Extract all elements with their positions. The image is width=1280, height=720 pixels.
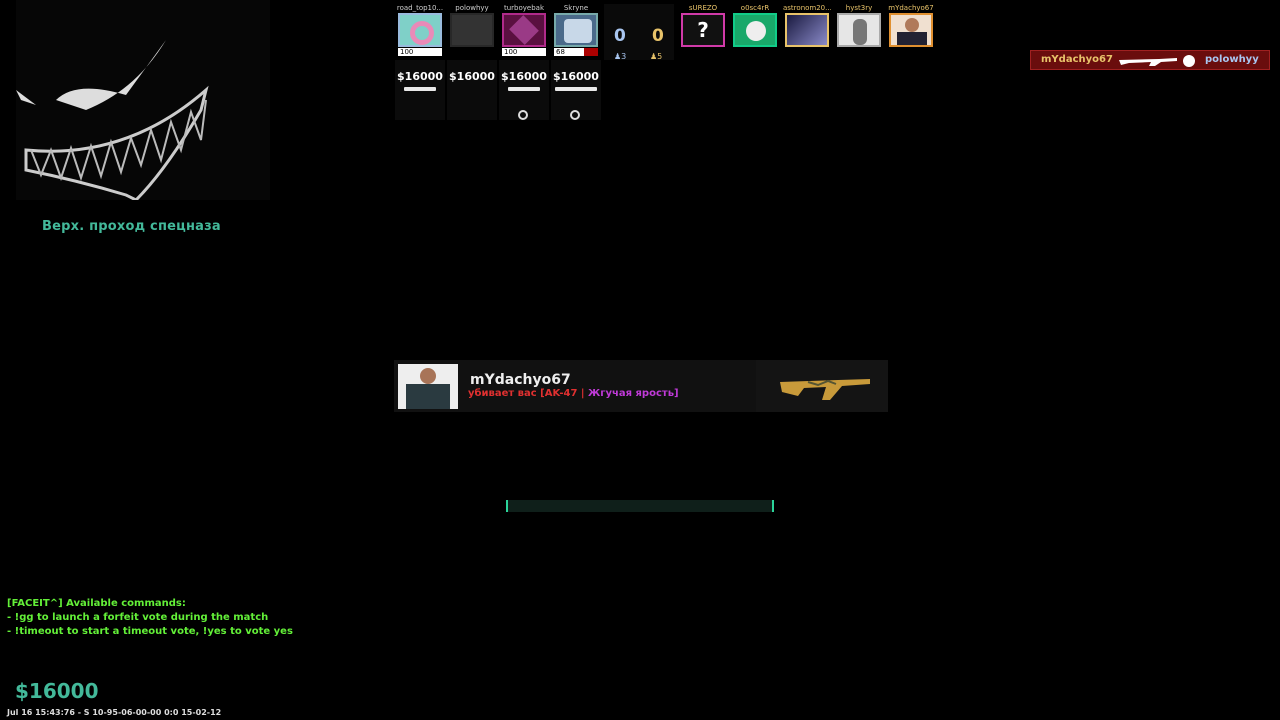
ak47-icon <box>1119 58 1177 66</box>
player-avatar: ? <box>681 13 725 47</box>
grin-image <box>16 40 209 200</box>
player-name: Skryne <box>563 4 589 12</box>
ct-player-2-stats: $16000 <box>447 60 497 120</box>
player-name: astronom20... <box>783 4 831 12</box>
t-player-4: hyst3ry <box>835 4 883 47</box>
ct-player-4: Skryne 68 <box>552 4 600 56</box>
respawn-progress-bar <box>506 500 774 512</box>
player-name: mYdachyo67 <box>888 4 934 12</box>
chat-line: [FACEIT^] Available commands: <box>7 598 186 609</box>
death-notice-panel: mYdachyo67 убивает вас [AK-47 | Жгучая я… <box>394 360 888 412</box>
pistol-icon <box>404 87 436 91</box>
kills-you-text: убивает вас <box>468 388 537 399</box>
player-avatar <box>554 13 598 47</box>
chat-line: - !gg to launch a forfeit vote during th… <box>7 612 269 623</box>
ct-score: 0 <box>614 26 626 46</box>
ct-player-1-stats: $16000 <box>395 60 445 120</box>
killfeed-victim: polowhyy <box>1205 54 1259 65</box>
player-name: o0sc4rR <box>740 4 770 12</box>
radar-panel <box>16 0 270 200</box>
health-bar: 100 <box>398 48 442 56</box>
health-bar: 68 <box>554 48 598 56</box>
t-score: 0 <box>652 26 664 46</box>
kill-description: убивает вас [AK-47 | Жгучая ярость] <box>468 388 679 399</box>
headshot-icon <box>1183 55 1195 67</box>
player-avatar <box>398 13 442 47</box>
player-name: polowhyy <box>455 4 489 12</box>
chat-line: - !timeout to start a timeout vote, !yes… <box>7 626 293 637</box>
ct-alive-count: ♟3 <box>614 52 627 61</box>
ak47-skin-icon <box>780 379 870 400</box>
demo-info-footer: Jul 16 15:43:76 - S 10-95-06-00-00 0:0 1… <box>7 708 222 717</box>
weapon-name: [AK-47 | <box>540 388 585 399</box>
ct-player-1: road_top10... 100 <box>396 4 444 56</box>
ct-player-3: turboyebak 100 <box>500 4 548 56</box>
player-money: $16000 <box>553 70 599 83</box>
player-name: hyst3ry <box>845 4 873 12</box>
player-money: $16000 <box>501 70 547 83</box>
location-label: Верх. проход спецназа <box>42 219 221 234</box>
killer-avatar <box>398 364 458 409</box>
t-player-3: astronom20... <box>783 4 831 47</box>
player-avatar <box>502 13 546 47</box>
rifle-icon <box>555 87 597 91</box>
player-avatar <box>837 13 881 47</box>
t-player-5: mYdachyo67 <box>887 4 935 47</box>
t-player-2: o0sc4rR <box>731 4 779 47</box>
weapon-skin: Жгучая ярость] <box>588 388 679 399</box>
defuse-kit-icon <box>518 110 528 120</box>
pistol-icon <box>508 87 540 91</box>
player-avatar <box>450 13 494 47</box>
player-name: turboyebak <box>503 4 545 12</box>
player-money: $16000 <box>397 70 443 83</box>
killfeed-killer: mYdachyo67 <box>1041 54 1113 65</box>
t-alive-count: ♟5 <box>650 52 663 61</box>
player-avatar <box>785 13 829 47</box>
player-avatar <box>733 13 777 47</box>
killfeed-entry: mYdachyo67 polowhyy <box>1030 50 1270 70</box>
player-money: $16000 <box>449 70 495 83</box>
player-avatar <box>889 13 933 47</box>
health-bar: 100 <box>502 48 546 56</box>
player-name: road_top10... <box>396 4 444 12</box>
defuse-kit-icon <box>570 110 580 120</box>
t-player-1: sUREZO ? <box>679 4 727 47</box>
scoreboard: 0 0 ♟3 ♟5 <box>604 4 674 61</box>
weapon-panel <box>756 360 888 412</box>
player-money-display: $16000 <box>15 679 99 703</box>
killer-name: mYdachyo67 <box>470 372 571 388</box>
ct-player-2: polowhyy <box>448 4 496 47</box>
player-name: sUREZO <box>688 4 718 12</box>
